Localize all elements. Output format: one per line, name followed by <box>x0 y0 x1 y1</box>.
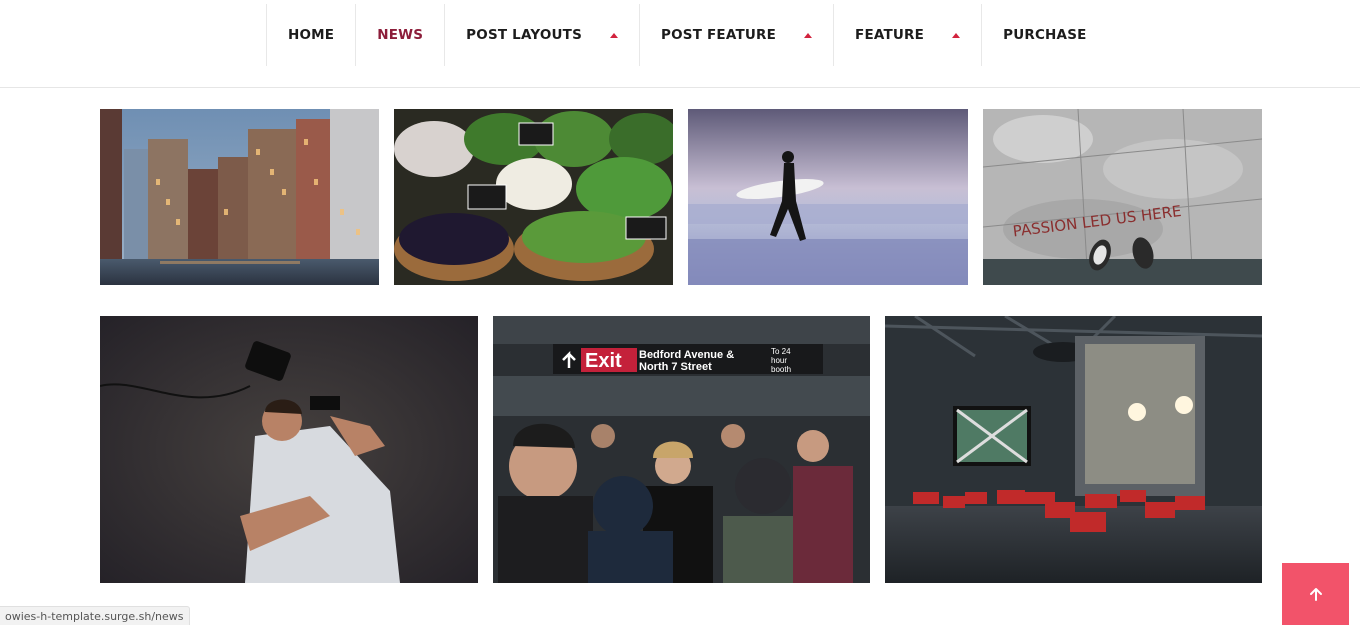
vegetable-market-image <box>394 109 673 285</box>
caret-up-icon <box>804 32 813 38</box>
nav-home-label: HOME <box>288 27 335 43</box>
sign-line-1: Bedford Avenue & <box>639 349 734 361</box>
photo-vegetable-market[interactable] <box>394 109 673 285</box>
nav-feature-label: FEATURE <box>855 27 925 43</box>
sign-line-2: North 7 Street <box>639 361 712 373</box>
top-navigation: HOME NEWS POST LAYOUTS POST FEATURE FEAT… <box>0 0 1360 88</box>
status-bar-url: owies-h-template.surge.sh/news <box>0 606 190 625</box>
nav-item-news[interactable]: NEWS <box>356 4 446 66</box>
photo-warehouse-lounge[interactable] <box>885 316 1262 583</box>
nav-item-home[interactable]: HOME <box>267 4 357 66</box>
photo-surfer[interactable] <box>688 109 968 285</box>
exit-sign-text: Exit <box>585 350 622 372</box>
back-to-top-button[interactable] <box>1282 563 1349 625</box>
caret-up-icon <box>952 32 961 38</box>
photo-subway-crowd[interactable]: Exit Bedford Avenue & North 7 Street To … <box>493 316 870 583</box>
man-with-camera-image <box>100 316 478 583</box>
nav-news-label: NEWS <box>377 27 424 43</box>
caret-up-icon <box>610 32 618 38</box>
photo-man-with-camera[interactable] <box>100 316 478 583</box>
nav-post-layouts-label: POST LAYOUTS <box>466 27 582 43</box>
surfer-beach-image <box>688 109 968 285</box>
sign-side-2: hour <box>771 356 787 365</box>
nav-post-feature-label: POST FEATURE <box>661 27 777 43</box>
nav-purchase-label: PURCHASE <box>1003 27 1087 43</box>
photo-canal-city[interactable] <box>100 109 379 285</box>
passion-led-us-here-image: PASSION LED US HERE <box>983 109 1262 285</box>
warehouse-lounge-image <box>885 316 1262 583</box>
arrow-up-icon <box>1309 588 1322 601</box>
nav-item-purchase[interactable]: PURCHASE <box>982 4 1107 66</box>
subway-crowd-image: Exit Bedford Avenue & North 7 Street To … <box>493 316 870 583</box>
nav-menu: HOME NEWS POST LAYOUTS POST FEATURE FEAT… <box>266 4 1108 66</box>
sign-side-3: booth <box>771 365 791 374</box>
canal-city-image <box>100 109 379 285</box>
nav-item-post-layouts[interactable]: POST LAYOUTS <box>445 4 640 66</box>
photo-passion-led-us-here[interactable]: PASSION LED US HERE <box>983 109 1262 285</box>
nav-item-post-feature[interactable]: POST FEATURE <box>640 4 835 66</box>
nav-item-feature[interactable]: FEATURE <box>834 4 983 66</box>
sign-side-1: To 24 <box>771 347 791 356</box>
